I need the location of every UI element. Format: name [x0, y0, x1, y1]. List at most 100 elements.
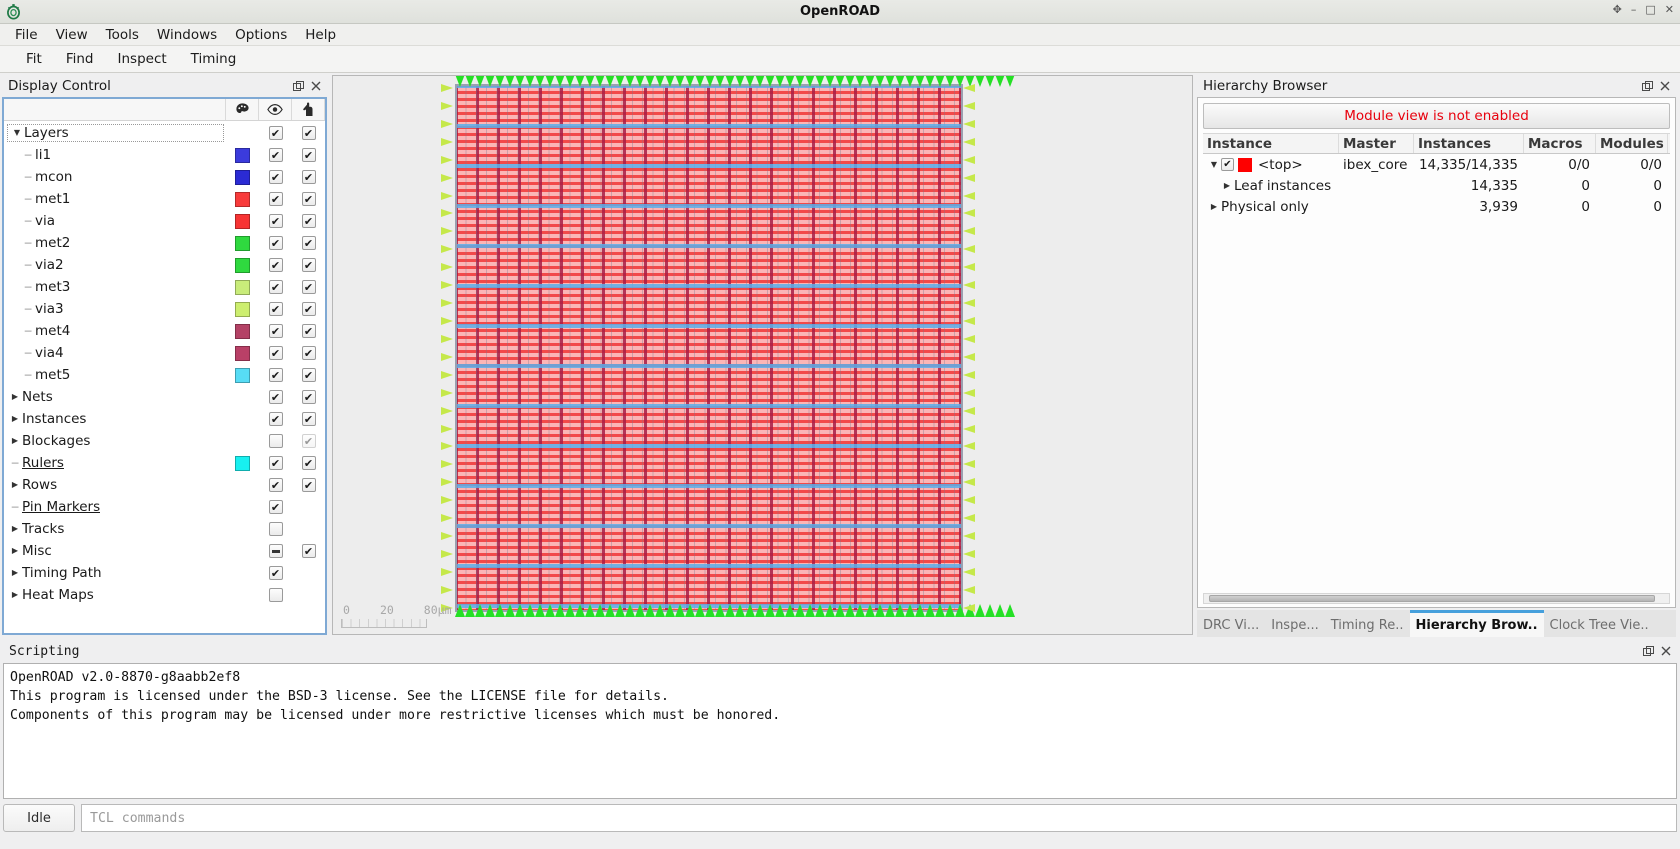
layer-color-cell[interactable] [226, 191, 259, 207]
selectable-checkbox[interactable] [301, 170, 316, 184]
design-die-area[interactable] [455, 84, 963, 612]
layer-color-cell[interactable] [226, 169, 259, 185]
chevron-right-icon[interactable] [1220, 182, 1234, 190]
display-control-row-label[interactable]: ─ via [4, 213, 226, 229]
dock-tab-drc-vi-[interactable]: DRC Vi... [1197, 610, 1265, 637]
layer-color-cell[interactable] [226, 257, 259, 273]
display-control-row-label[interactable]: ─ mcon [4, 169, 226, 185]
selectable-cell[interactable] [292, 302, 325, 316]
dock-tab-timing-re-[interactable]: Timing Re.. [1325, 610, 1410, 637]
column-header-master[interactable]: Master [1339, 134, 1414, 153]
visible-checkbox[interactable] [268, 302, 283, 316]
cell-instance[interactable]: Leaf instances [1203, 178, 1339, 194]
display-control-tree[interactable]: Layers─li1─mcon─met1─via─met2─via2─met3─… [4, 121, 325, 633]
visible-checkbox[interactable] [268, 324, 283, 338]
chevron-right-icon[interactable] [8, 481, 22, 489]
palette-icon[interactable] [226, 99, 259, 120]
visible-checkbox[interactable] [268, 412, 283, 426]
shade-window-button[interactable]: ✥ [1613, 4, 1622, 15]
layer-color-cell[interactable] [226, 279, 259, 295]
selectable-cell[interactable] [292, 192, 325, 206]
column-header-instance[interactable]: Instance [1203, 134, 1339, 153]
eye-icon[interactable] [259, 99, 292, 120]
column-header-macros[interactable]: Macros [1524, 134, 1596, 153]
selectable-cell[interactable] [292, 434, 325, 448]
selectable-checkbox[interactable] [301, 148, 316, 162]
selectable-cell[interactable] [292, 456, 325, 470]
display-control-row-layers[interactable]: Layers [4, 122, 325, 144]
display-control-row-label[interactable]: ─ via2 [4, 257, 226, 273]
visible-cell[interactable] [259, 214, 292, 228]
display-control-row-label[interactable]: ─ via3 [4, 301, 226, 317]
minimize-button[interactable]: – [1631, 4, 1637, 15]
selectable-cell[interactable] [292, 214, 325, 228]
display-control-row-pin-markers[interactable]: ─ Pin Markers [4, 496, 325, 518]
visible-checkbox[interactable] [268, 500, 283, 514]
visible-cell[interactable] [259, 280, 292, 294]
selectable-cell[interactable] [292, 544, 325, 558]
float-panel-icon[interactable] [1641, 644, 1655, 658]
visible-cell[interactable] [259, 170, 292, 184]
selectable-checkbox[interactable] [301, 214, 316, 228]
menu-view[interactable]: View [47, 25, 97, 45]
visible-checkbox[interactable] [268, 258, 283, 272]
color-swatch[interactable] [235, 191, 250, 207]
selectable-checkbox[interactable] [301, 456, 316, 470]
chevron-right-icon[interactable] [8, 547, 22, 555]
display-control-row-label[interactable]: Blockages [4, 433, 226, 449]
chevron-right-icon[interactable] [8, 393, 22, 401]
layout-viewport[interactable]: 0 20 80µm [332, 75, 1193, 635]
layer-color-cell[interactable] [226, 301, 259, 317]
visible-cell[interactable] [259, 368, 292, 382]
layer-color-cell[interactable] [226, 213, 259, 229]
chevron-down-icon[interactable] [1207, 161, 1221, 169]
layer-color-cell[interactable] [226, 345, 259, 361]
visible-checkbox[interactable] [268, 280, 283, 294]
display-control-row-label[interactable]: ─ via4 [4, 345, 226, 361]
visible-cell[interactable] [259, 434, 292, 448]
layout-canvas[interactable]: 0 20 80µm [333, 76, 1192, 634]
visible-cell[interactable] [259, 324, 292, 338]
selectable-checkbox[interactable] [301, 280, 316, 294]
display-control-row-instances[interactable]: Instances [4, 408, 325, 430]
display-control-row-blockages[interactable]: Blockages [4, 430, 325, 452]
chevron-right-icon[interactable] [8, 591, 22, 599]
visible-checkbox[interactable] [268, 192, 283, 206]
display-control-row-label[interactable]: Rows [4, 477, 226, 493]
menu-windows[interactable]: Windows [148, 25, 226, 45]
visible-cell[interactable] [259, 544, 292, 558]
visible-checkbox[interactable] [268, 368, 283, 382]
close-button[interactable]: ✕ [1665, 4, 1674, 15]
selectable-checkbox[interactable] [301, 544, 316, 558]
toolbar-timing-button[interactable]: Timing [179, 48, 249, 70]
menu-options[interactable]: Options [226, 25, 296, 45]
selectable-cell[interactable] [292, 412, 325, 426]
display-control-row-label[interactable]: ─ Rulers [4, 455, 226, 471]
display-control-row-nets[interactable]: Nets [4, 386, 325, 408]
display-control-row-via3[interactable]: ─ via3 [4, 298, 325, 320]
visible-checkbox[interactable] [268, 434, 283, 448]
display-control-row-rows[interactable]: Rows [4, 474, 325, 496]
layer-color-cell[interactable] [226, 455, 259, 471]
visible-checkbox[interactable] [268, 170, 283, 184]
display-control-row-label[interactable]: ─ met1 [4, 191, 226, 207]
selectable-checkbox[interactable] [301, 368, 316, 382]
visible-checkbox[interactable] [268, 544, 283, 558]
visible-checkbox[interactable] [268, 522, 283, 536]
color-swatch[interactable] [235, 235, 250, 251]
scrollbar-thumb[interactable] [1208, 595, 1656, 602]
display-control-row-label[interactable]: ─ met5 [4, 367, 226, 383]
hierarchy-row[interactable]: Leaf instances 14,335 0 0 [1203, 175, 1670, 196]
selectable-cell[interactable] [292, 258, 325, 272]
visible-checkbox[interactable] [268, 566, 283, 580]
display-control-row-label[interactable]: ─ Pin Markers [4, 499, 226, 515]
chevron-right-icon[interactable] [8, 415, 22, 423]
display-control-row-label[interactable]: Nets [4, 389, 226, 405]
display-control-row-via[interactable]: ─ via [4, 210, 325, 232]
cell-instance[interactable]: Physical only [1203, 199, 1339, 215]
menu-help[interactable]: Help [296, 25, 345, 45]
color-swatch[interactable] [235, 323, 250, 339]
display-control-row-label[interactable]: ─ li1 [4, 147, 226, 163]
visible-checkbox[interactable] [268, 214, 283, 228]
display-control-row-met5[interactable]: ─ met5 [4, 364, 325, 386]
